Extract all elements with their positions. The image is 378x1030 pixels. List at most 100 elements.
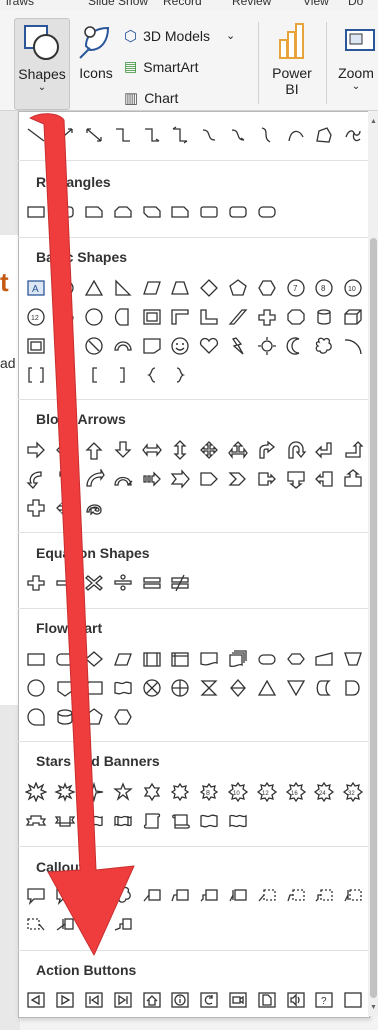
shape-star1-10[interactable]: 16	[281, 779, 310, 805]
shape-basic3-10[interactable]	[281, 333, 310, 359]
shape-star1-8[interactable]: 10	[224, 779, 253, 805]
shape-basic3-9[interactable]	[252, 333, 281, 359]
shape-basic2-3[interactable]	[80, 304, 109, 330]
shape-call1-4[interactable]	[108, 882, 137, 908]
shape-flow1-4[interactable]	[108, 646, 137, 672]
scroll-down-icon[interactable]: ▼	[370, 1004, 377, 1011]
shape-call2-1[interactable]	[22, 911, 51, 937]
shape-rect-7[interactable]	[195, 199, 224, 225]
shape-arrow1-6[interactable]	[166, 437, 195, 463]
tab-slide-show[interactable]: Slide Show	[88, 0, 148, 8]
shape-basic2-12[interactable]	[339, 304, 368, 330]
shape-flow1-2[interactable]	[51, 646, 80, 672]
shape-star1-5[interactable]	[137, 779, 166, 805]
shape-star2-1[interactable]	[22, 808, 51, 834]
shape-arrow1-3[interactable]	[80, 437, 109, 463]
shape-flow3-3[interactable]	[80, 704, 109, 730]
shape-rect-5[interactable]	[137, 199, 166, 225]
shape-action-11[interactable]: ?	[310, 987, 339, 1013]
shape-line-7[interactable]	[195, 122, 224, 148]
shape-basic4-3[interactable]	[80, 362, 109, 388]
shape-flow2-5[interactable]	[137, 675, 166, 701]
shape-basic4-1[interactable]	[22, 362, 51, 388]
shape-arrow2-8[interactable]	[224, 466, 253, 492]
shape-arrow1-11[interactable]	[310, 437, 339, 463]
shape-flow1-12[interactable]	[339, 646, 368, 672]
tab-draw[interactable]: lraws	[6, 0, 34, 8]
shape-flow1-8[interactable]	[224, 646, 253, 672]
icons-button[interactable]: Icons	[74, 18, 118, 108]
shape-basic2-2[interactable]	[51, 304, 80, 330]
shape-rect-3[interactable]	[80, 199, 109, 225]
zoom-button[interactable]: Zoom ⌄	[334, 18, 378, 108]
shape-arrow2-10[interactable]	[281, 466, 310, 492]
tab-review[interactable]: Review	[232, 0, 271, 8]
shape-eq-6[interactable]	[166, 570, 195, 596]
smartart-button[interactable]: ▤ SmartArt	[124, 51, 254, 82]
chart-button[interactable]: ▥ Chart	[124, 82, 254, 113]
shape-call2-3[interactable]	[80, 911, 109, 937]
shape-flow1-10[interactable]	[281, 646, 310, 672]
shape-flow1-9[interactable]	[252, 646, 281, 672]
shape-basic3-2[interactable]	[51, 333, 80, 359]
shape-arrow3-1[interactable]	[22, 495, 51, 521]
shape-line-5[interactable]	[137, 122, 166, 148]
shape-arrow1-9[interactable]	[252, 437, 281, 463]
shape-line-10[interactable]	[281, 122, 310, 148]
shape-rect-9[interactable]	[252, 199, 281, 225]
shape-star2-4[interactable]	[108, 808, 137, 834]
shape-basic1-2[interactable]	[51, 275, 80, 301]
shape-flow2-12[interactable]	[339, 675, 368, 701]
shape-call1-3[interactable]	[80, 882, 109, 908]
shape-arrow2-2[interactable]	[51, 466, 80, 492]
shape-star1-2[interactable]	[51, 779, 80, 805]
shape-basic3-7[interactable]	[195, 333, 224, 359]
shape-call1-2[interactable]	[51, 882, 80, 908]
shape-action-2[interactable]	[51, 987, 80, 1013]
shape-star2-6[interactable]	[166, 808, 195, 834]
scrollbar-thumb[interactable]	[370, 238, 377, 998]
shape-flow2-6[interactable]	[166, 675, 195, 701]
shape-call1-9[interactable]	[252, 882, 281, 908]
shape-call1-8[interactable]	[224, 882, 253, 908]
shape-basic1-4[interactable]	[108, 275, 137, 301]
shape-eq-1[interactable]	[22, 570, 51, 596]
shape-basic1-6[interactable]	[166, 275, 195, 301]
shape-action-12[interactable]	[339, 987, 368, 1013]
shape-basic3-5[interactable]	[137, 333, 166, 359]
shape-basic3-11[interactable]	[310, 333, 339, 359]
shape-arrow2-5[interactable]	[137, 466, 166, 492]
shape-call1-5[interactable]	[137, 882, 166, 908]
shape-arrow2-6[interactable]	[166, 466, 195, 492]
shape-action-10[interactable]	[281, 987, 310, 1013]
shape-star2-7[interactable]	[195, 808, 224, 834]
shape-arrow3-2[interactable]	[51, 495, 80, 521]
shape-action-1[interactable]	[22, 987, 51, 1013]
shape-basic2-6[interactable]	[166, 304, 195, 330]
shape-flow1-1[interactable]	[22, 646, 51, 672]
shape-call1-6[interactable]	[166, 882, 195, 908]
shape-line-3[interactable]	[80, 122, 109, 148]
shape-flow2-4[interactable]	[108, 675, 137, 701]
scroll-up-icon[interactable]: ▲	[370, 118, 377, 125]
shape-rect-8[interactable]	[224, 199, 253, 225]
shape-call2-4[interactable]	[108, 911, 137, 937]
shape-flow1-6[interactable]	[166, 646, 195, 672]
shape-call1-10[interactable]	[281, 882, 310, 908]
shape-star1-1[interactable]	[22, 779, 51, 805]
shape-arrow1-8[interactable]	[224, 437, 253, 463]
shape-arrow1-5[interactable]	[137, 437, 166, 463]
shape-arrow2-11[interactable]	[310, 466, 339, 492]
shape-line-1[interactable]	[22, 122, 51, 148]
shape-line-2[interactable]	[51, 122, 80, 148]
shape-flow1-5[interactable]	[137, 646, 166, 672]
shape-basic4-5[interactable]	[137, 362, 166, 388]
tab-design[interactable]: Do	[348, 0, 363, 8]
shape-star2-5[interactable]	[137, 808, 166, 834]
shape-line-12[interactable]	[339, 122, 368, 148]
shape-line-11[interactable]	[310, 122, 339, 148]
shape-line-6[interactable]	[166, 122, 195, 148]
shape-basic3-3[interactable]	[80, 333, 109, 359]
shape-action-6[interactable]	[166, 987, 195, 1013]
shape-basic2-7[interactable]	[195, 304, 224, 330]
